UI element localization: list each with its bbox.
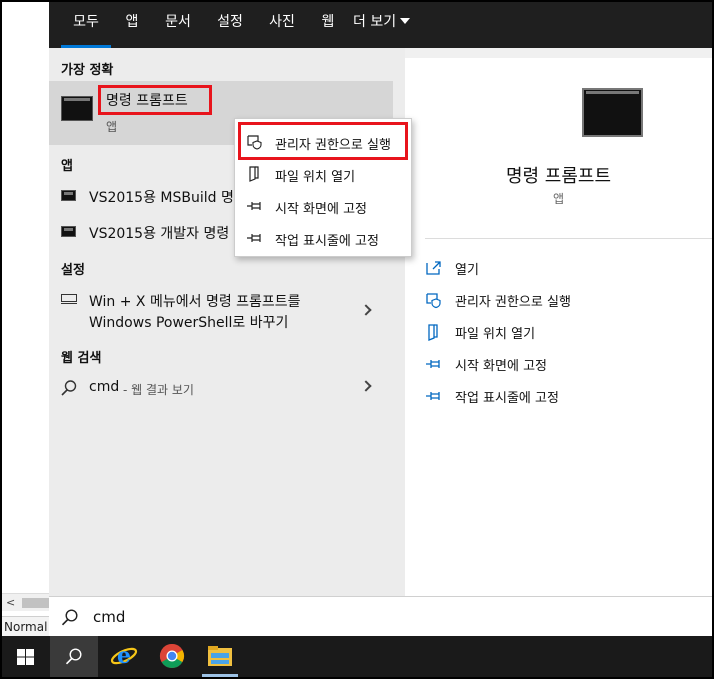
- best-match-heading: 가장 정확: [61, 63, 114, 78]
- settings-heading: 설정: [61, 263, 85, 278]
- scrollbar-thumb[interactable]: [22, 598, 49, 608]
- search-icon: [61, 609, 78, 626]
- web-search-hint: - 웹 결과 보기: [123, 383, 194, 397]
- menu-item-label: 시작 화면에 고정: [275, 202, 367, 217]
- search-icon: [61, 380, 77, 396]
- search-filter-tabs: 모두 앱 문서 설정 사진 웹 더 보기: [49, 2, 712, 48]
- command-prompt-icon: [61, 96, 93, 121]
- pin-icon: [247, 202, 261, 210]
- apps-heading: 앱: [61, 159, 73, 174]
- scroll-left-button[interactable]: <: [6, 594, 15, 612]
- taskbar: e: [2, 636, 712, 677]
- chevron-right-icon: [360, 304, 372, 316]
- file-explorer-icon: [208, 646, 232, 666]
- start-button[interactable]: [2, 636, 50, 677]
- highlight-run-as-admin: [238, 122, 408, 160]
- preview-subtitle: 앱: [552, 192, 565, 206]
- open-icon: [426, 261, 441, 275]
- terminal-icon: [61, 190, 76, 201]
- preview-pane: 명령 프롬프트 앱 열기 관리자 권한으로 실행 파일 위치 열기 시작 화면에…: [405, 58, 712, 596]
- style-status: Normal t: [2, 616, 49, 636]
- chevron-right-icon: [360, 380, 372, 392]
- active-indicator: [202, 674, 238, 677]
- file-location-icon: [249, 166, 259, 182]
- action-label: 시작 화면에 고정: [455, 359, 547, 374]
- tab-settings[interactable]: 설정: [209, 2, 251, 48]
- divider: [425, 238, 712, 239]
- app-result-label: VS2015용 개발자 명령: [89, 226, 230, 242]
- horizontal-scrollbar[interactable]: <: [2, 593, 49, 611]
- action-label: 작업 표시줄에 고정: [455, 391, 559, 406]
- menu-item-pin-to-start[interactable]: 시작 화면에 고정: [235, 190, 413, 222]
- tab-documents[interactable]: 문서: [157, 2, 199, 48]
- terminal-icon: [61, 226, 76, 237]
- windows-start-icon: [17, 649, 34, 665]
- taskbar-search-button[interactable]: [50, 636, 98, 677]
- monitor-icon: [61, 294, 77, 304]
- best-match-type: 앱: [106, 120, 118, 134]
- web-search-query: cmd: [89, 379, 120, 395]
- action-label: 파일 위치 열기: [455, 327, 536, 342]
- taskbar-ie-button[interactable]: e: [100, 636, 148, 677]
- menu-item-label: 작업 표시줄에 고정: [275, 234, 379, 249]
- taskbar-chrome-button[interactable]: [148, 636, 196, 677]
- menu-item-pin-to-taskbar[interactable]: 작업 표시줄에 고정: [235, 222, 413, 254]
- search-icon: [65, 648, 82, 665]
- tab-photos[interactable]: 사진: [261, 2, 303, 48]
- tab-more[interactable]: 더 보기: [353, 2, 425, 48]
- menu-item-label: 파일 위치 열기: [275, 170, 356, 185]
- taskbar-file-explorer-button[interactable]: [196, 636, 244, 677]
- file-location-icon: [428, 324, 438, 341]
- pin-icon: [426, 360, 440, 368]
- action-label: 열기: [455, 263, 479, 278]
- pin-icon: [247, 234, 261, 242]
- chrome-icon: [159, 644, 185, 669]
- internet-explorer-icon: e: [110, 643, 138, 669]
- highlight-best-match: [98, 85, 212, 115]
- tab-apps[interactable]: 앱: [117, 2, 147, 48]
- shield-icon: [426, 293, 441, 309]
- search-box[interactable]: cmd: [49, 596, 712, 636]
- app-result-label: VS2015용 MSBuild 명: [89, 190, 234, 206]
- tab-web[interactable]: 웹: [315, 2, 341, 48]
- tab-all[interactable]: 모두: [61, 2, 111, 48]
- web-search-heading: 웹 검색: [61, 351, 102, 366]
- background-document: [2, 2, 49, 636]
- pin-icon: [426, 392, 440, 400]
- setting-result-line1: Win + X 메뉴에서 명령 프롬프트를: [89, 294, 301, 310]
- search-input[interactable]: cmd: [93, 608, 125, 626]
- setting-result-line2: Windows PowerShell로 바꾸기: [89, 315, 289, 331]
- chevron-down-icon: [400, 18, 411, 24]
- tab-more-label: 더 보기: [353, 14, 397, 30]
- action-label: 관리자 권한으로 실행: [455, 295, 571, 310]
- command-prompt-large-icon: [582, 88, 643, 137]
- preview-title: 명령 프롬프트: [505, 166, 612, 187]
- svg-text:e: e: [117, 643, 131, 669]
- menu-item-open-file-location[interactable]: 파일 위치 열기: [235, 158, 413, 190]
